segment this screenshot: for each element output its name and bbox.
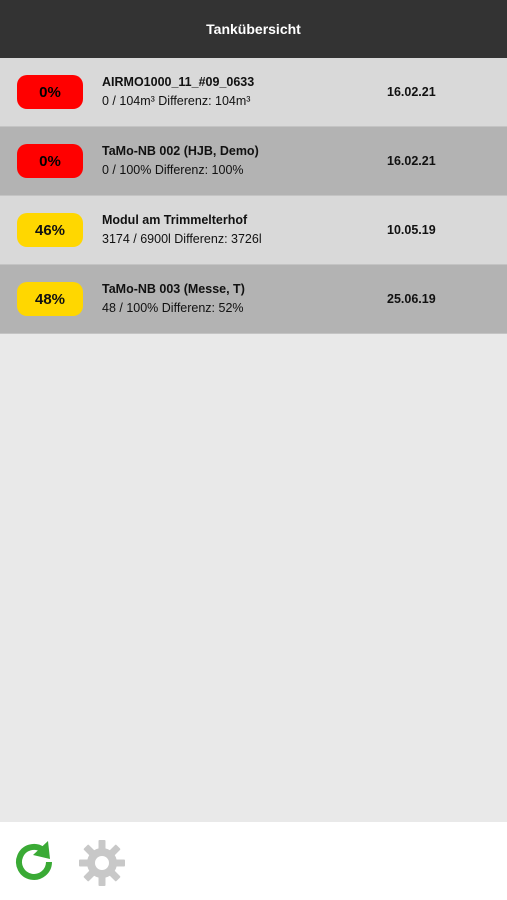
tank-date: 25.06.19 xyxy=(387,292,436,306)
tank-detail: 48 / 100% Differenz: 52% xyxy=(102,301,244,315)
tank-row-2[interactable]: 0% TaMo-NB 002 (HJB, Demo) 0 / 100% Diff… xyxy=(0,127,507,196)
tank-detail: 0 / 104m³ Differenz: 104m³ xyxy=(102,94,251,108)
tank-date: 10.05.19 xyxy=(387,223,436,237)
bottom-toolbar xyxy=(0,822,507,900)
tank-date: 16.02.21 xyxy=(387,154,436,168)
level-badge: 48% xyxy=(17,282,83,316)
tank-name: TaMo-NB 002 (HJB, Demo) xyxy=(102,144,259,158)
tank-row-3[interactable]: 46% Modul am Trimmelterhof 3174 / 6900l … xyxy=(0,196,507,265)
page-title: Tankübersicht xyxy=(206,21,301,37)
level-badge: 46% xyxy=(17,213,83,247)
refresh-icon[interactable] xyxy=(11,839,57,885)
tank-list: 0% AIRMO1000_11_#09_0633 0 / 104m³ Diffe… xyxy=(0,58,507,334)
tank-name: AIRMO1000_11_#09_0633 xyxy=(102,75,255,89)
level-badge: 0% xyxy=(17,75,83,109)
tank-date: 16.02.21 xyxy=(387,85,436,99)
tank-name: TaMo-NB 003 (Messe, T) xyxy=(102,282,245,296)
tank-row-4[interactable]: 48% TaMo-NB 003 (Messe, T) 48 / 100% Dif… xyxy=(0,265,507,334)
tank-name: Modul am Trimmelterhof xyxy=(102,213,248,227)
tank-detail: 0 / 100% Differenz: 100% xyxy=(102,163,244,177)
tank-row-1[interactable]: 0% AIRMO1000_11_#09_0633 0 / 104m³ Diffe… xyxy=(0,58,507,127)
tank-detail: 3174 / 6900l Differenz: 3726l xyxy=(102,232,262,246)
app-header: Tankübersicht xyxy=(0,0,507,58)
level-badge: 0% xyxy=(17,144,83,178)
gear-icon[interactable] xyxy=(78,839,125,886)
